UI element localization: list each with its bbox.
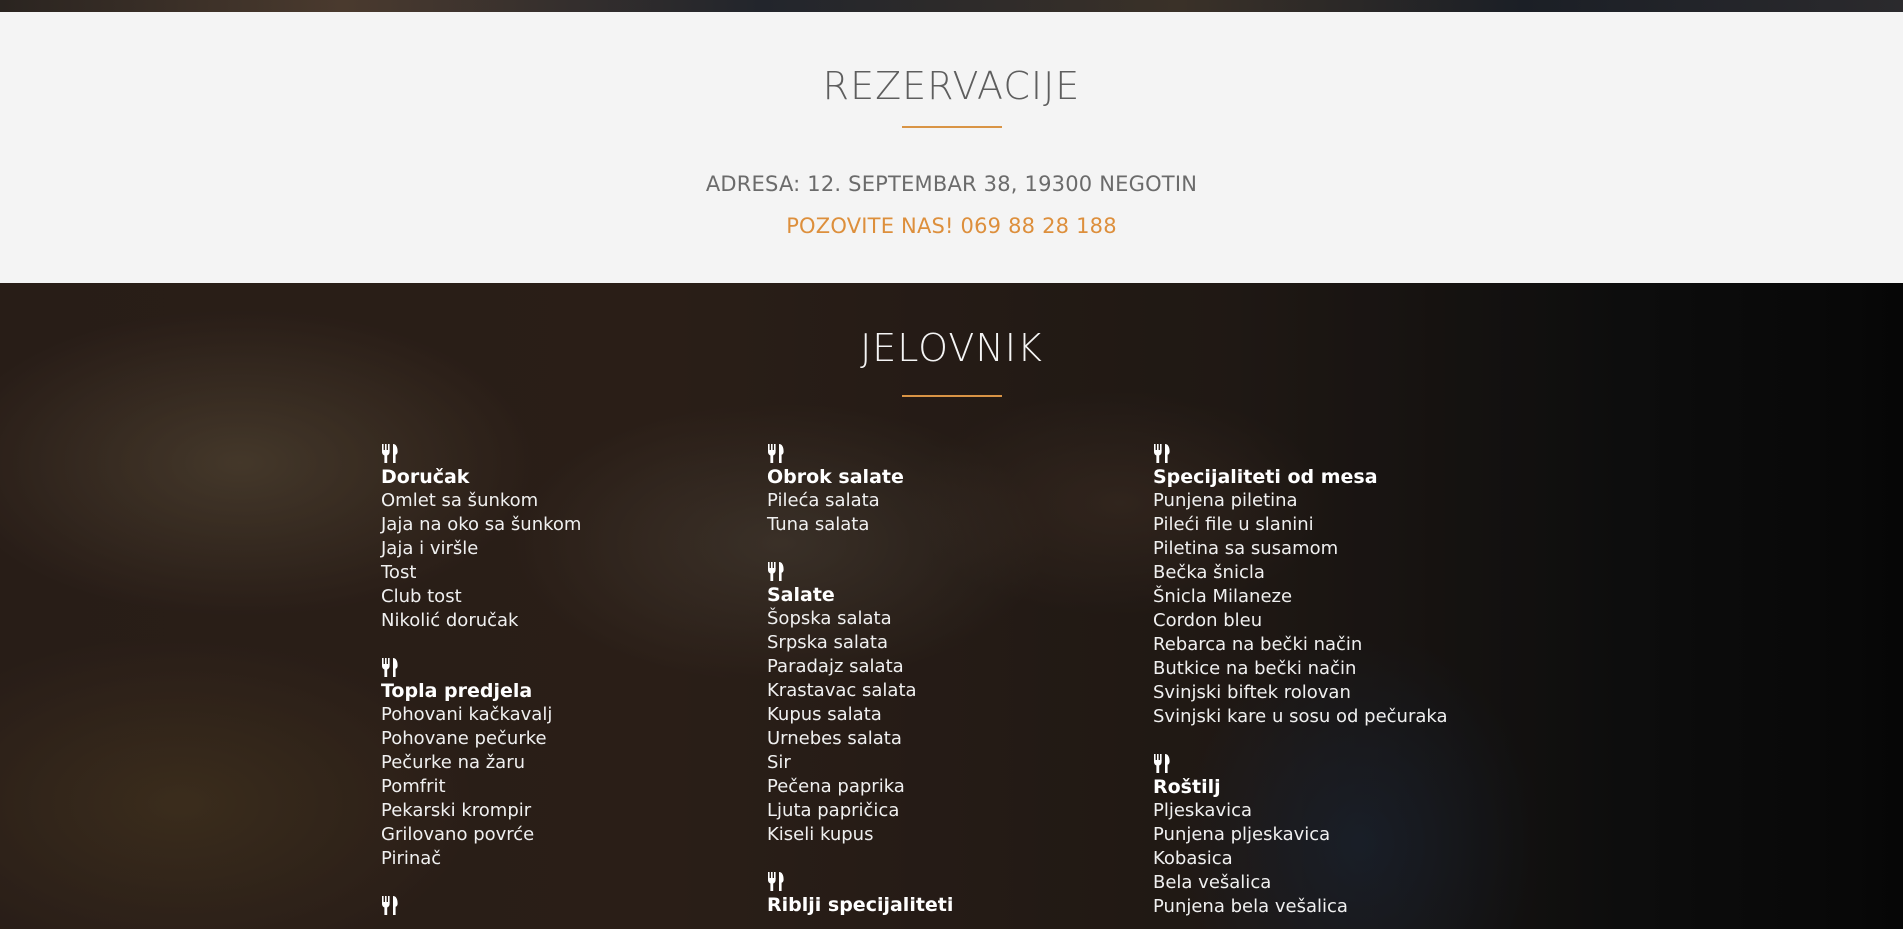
menu-item: Piletina sa susamom	[1153, 538, 1339, 559]
menu-item: Nikolić doručak	[381, 610, 519, 631]
menu-category-title: Doručak	[381, 466, 470, 488]
phone-link[interactable]: POZOVITE NAS! 069 88 28 188	[0, 214, 1903, 238]
menu-category-title: Specijaliteti od mesa	[1153, 466, 1378, 488]
menu-column: Specijaliteti od mesa Punjena piletina Pil…	[1153, 443, 1513, 929]
utensils-icon	[381, 657, 399, 677]
menu-item: Tuna salata	[767, 514, 870, 535]
menu-item: Jaja na oko sa šunkom	[381, 514, 582, 535]
menu-column: Obrok salate Pileća salata Tuna salata Sala…	[767, 443, 1127, 929]
menu-item: Pileća salata	[767, 490, 880, 511]
menu-item: Krastavac salata	[767, 680, 917, 701]
menu-item: Bela vešalica	[1153, 872, 1272, 893]
menu-category	[381, 895, 741, 915]
menu-column: Doručak Omlet sa šunkom Jaja na oko sa šun…	[381, 443, 741, 929]
menu-category: Specijaliteti od mesa Punjena piletina Pil…	[1153, 443, 1513, 729]
menu-category-title: Salate	[767, 584, 835, 606]
menu-category-title: Topla predjela	[381, 680, 533, 702]
menu-item-list: Pljeskavica Punjena pljeskavica Kobasica Be…	[1153, 799, 1513, 919]
menu-category-title: Riblji specijaliteti	[767, 894, 954, 916]
menu-item: Sir	[767, 752, 791, 773]
menu-item: Svinjski kare u sosu od pečuraka	[1153, 706, 1448, 727]
menu-category-title: Roštilj	[1153, 776, 1221, 798]
menu-category: Roštilj Pljeskavica Punjena pljeskavica Kob…	[1153, 753, 1513, 919]
menu-item-list: Šopska salata Srpska salata Paradajz salat…	[767, 607, 1127, 847]
title-divider	[901, 126, 1002, 128]
reservations-title: REZERVACIJE	[822, 64, 1081, 108]
menu-item: Paradajz salata	[767, 656, 904, 677]
menu-item: Pečena paprika	[767, 776, 905, 797]
menu-item: Tost	[381, 562, 417, 583]
title-divider	[901, 395, 1002, 397]
menu-item: Jaja i viršle	[381, 538, 479, 559]
menu-item: Kupus salata	[767, 704, 882, 725]
menu-item-list: Punjena piletina Pileći file u slanini Pil…	[1153, 489, 1513, 729]
utensils-icon	[1153, 753, 1171, 773]
menu-item: Pohovani kačkavalj	[381, 704, 553, 725]
menu-item: Bečka šnicla	[1153, 562, 1265, 583]
utensils-icon	[381, 895, 399, 915]
utensils-icon	[767, 561, 785, 581]
menu-item: Kiseli kupus	[767, 824, 874, 845]
menu-item: Srpska salata	[767, 632, 889, 653]
menu-item: Pljeskavica	[1153, 800, 1253, 821]
hero-image-strip	[0, 0, 1903, 12]
menu-item: Rebarca na bečki način	[1153, 634, 1363, 655]
menu-item: Punjena pljeskavica	[1153, 824, 1331, 845]
menu-item: Pomfrit	[381, 776, 446, 797]
menu-category: Topla predjela Pohovani kačkavalj Pohovane…	[381, 657, 741, 871]
menu-item: Punjena piletina	[1153, 490, 1298, 511]
address-text: ADRESA: 12. SEPTEMBAR 38, 19300 NEGOTIN	[705, 172, 1198, 196]
menu-item: Omlet sa šunkom	[381, 490, 539, 511]
menu-item: Ljuta papričica	[767, 800, 900, 821]
menu-item: Šopska salata	[767, 608, 892, 629]
menu-item: Šnicla Milaneze	[1153, 586, 1293, 607]
menu-item-list: Pohovani kačkavalj Pohovane pečurke Pečurk…	[381, 703, 741, 871]
menu-category-title: Obrok salate	[767, 466, 904, 488]
menu-category: Riblji specijaliteti	[767, 871, 1127, 917]
menu-category: Salate Šopska salata Srpska salata Paradajz…	[767, 561, 1127, 847]
menu-item: Svinjski biftek rolovan	[1153, 682, 1351, 703]
reservations-section: REZERVACIJE ADRESA: 12. SEPTEMBAR 38, 19…	[0, 12, 1903, 283]
menu-category: Doručak Omlet sa šunkom Jaja na oko sa šun…	[381, 443, 741, 633]
menu-category: Obrok salate Pileća salata Tuna salata	[767, 443, 1127, 537]
menu-item: Pohovane pečurke	[381, 728, 547, 749]
menu-item: Punjena bela vešalica	[1153, 896, 1348, 917]
utensils-icon	[767, 871, 785, 891]
menu-item: Urnebes salata	[767, 728, 902, 749]
menu-item: Grilovano povrće	[381, 824, 535, 845]
menu-item: Butkice na bečki način	[1153, 658, 1357, 679]
utensils-icon	[767, 443, 785, 463]
menu-item: Pileći file u slanini	[1153, 514, 1314, 535]
utensils-icon	[381, 443, 399, 463]
menu-item: Kobasica	[1153, 848, 1233, 869]
menu-item-list: Omlet sa šunkom Jaja na oko sa šunkom Jaja…	[381, 489, 741, 633]
menu-item: Pirinač	[381, 848, 442, 869]
utensils-icon	[1153, 443, 1171, 463]
menu-section: JELOVNIK Doručak Omlet sa šunkom Jaja na o…	[0, 283, 1903, 929]
menu-item: Pečurke na žaru	[381, 752, 526, 773]
menu-item: Pekarski krompir	[381, 800, 532, 821]
menu-item-list: Pileća salata Tuna salata	[767, 489, 1127, 537]
menu-item: Cordon bleu	[1153, 610, 1263, 631]
menu-item: Club tost	[381, 586, 462, 607]
menu-title: JELOVNIK	[860, 326, 1043, 370]
